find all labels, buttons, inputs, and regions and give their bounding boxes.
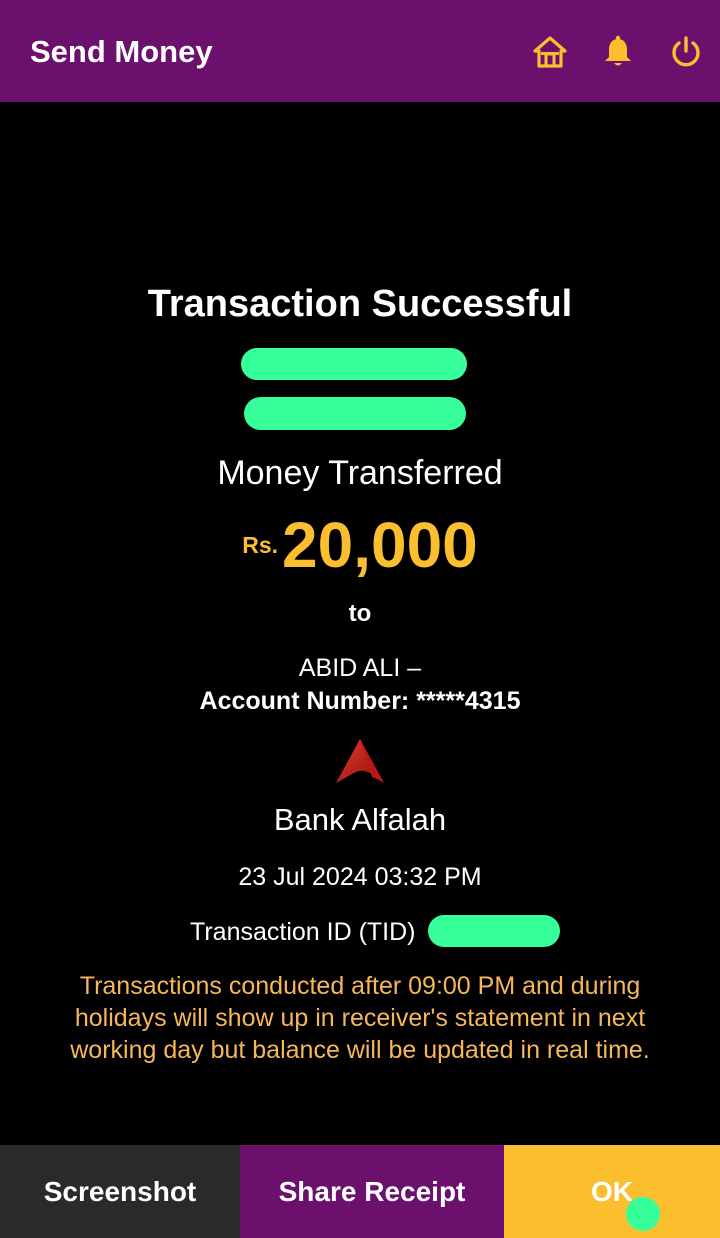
transaction-id-row: Transaction ID (TID) — [190, 916, 416, 948]
bank-logo-icon — [336, 739, 384, 783]
transaction-datetime: 23 Jul 2024 03:32 PM — [238, 863, 482, 891]
bank-name: Bank Alfalah — [273, 802, 447, 837]
home-icon[interactable] — [532, 34, 568, 70]
app-bar: Send Money — [0, 0, 720, 102]
amount-display: Rs. 20,000 — [0, 508, 720, 582]
redaction-mark — [241, 348, 467, 380]
transaction-id-label: Transaction ID (TID) — [190, 918, 416, 946]
ok-button[interactable]: OK — [504, 1145, 720, 1238]
power-icon[interactable] — [668, 34, 704, 70]
currency-label: Rs. — [242, 532, 279, 558]
redaction-mark — [428, 915, 560, 947]
to-label: to — [348, 600, 372, 627]
ok-label: OK — [591, 1175, 633, 1207]
bell-icon[interactable] — [600, 34, 636, 70]
status-title: Transaction Successful — [147, 283, 573, 325]
processing-notice: Transactions conducted after 09:00 PM an… — [70, 972, 650, 1064]
money-transferred-label: Money Transferred — [217, 454, 503, 492]
action-bar: Screenshot Share Receipt OK — [0, 1145, 720, 1238]
touch-indicator — [626, 1197, 660, 1231]
screenshot-button[interactable]: Screenshot — [0, 1145, 240, 1238]
recipient-name: ABID ALI – — [298, 654, 422, 682]
redaction-mark — [244, 397, 466, 430]
receipt-screen: Send Money Transaction Successful Money … — [0, 0, 720, 1238]
page-title: Send Money — [30, 34, 213, 69]
account-number: Account Number: *****4315 — [199, 687, 521, 715]
amount-value: 20,000 — [282, 509, 478, 581]
share-receipt-button[interactable]: Share Receipt — [240, 1145, 504, 1238]
